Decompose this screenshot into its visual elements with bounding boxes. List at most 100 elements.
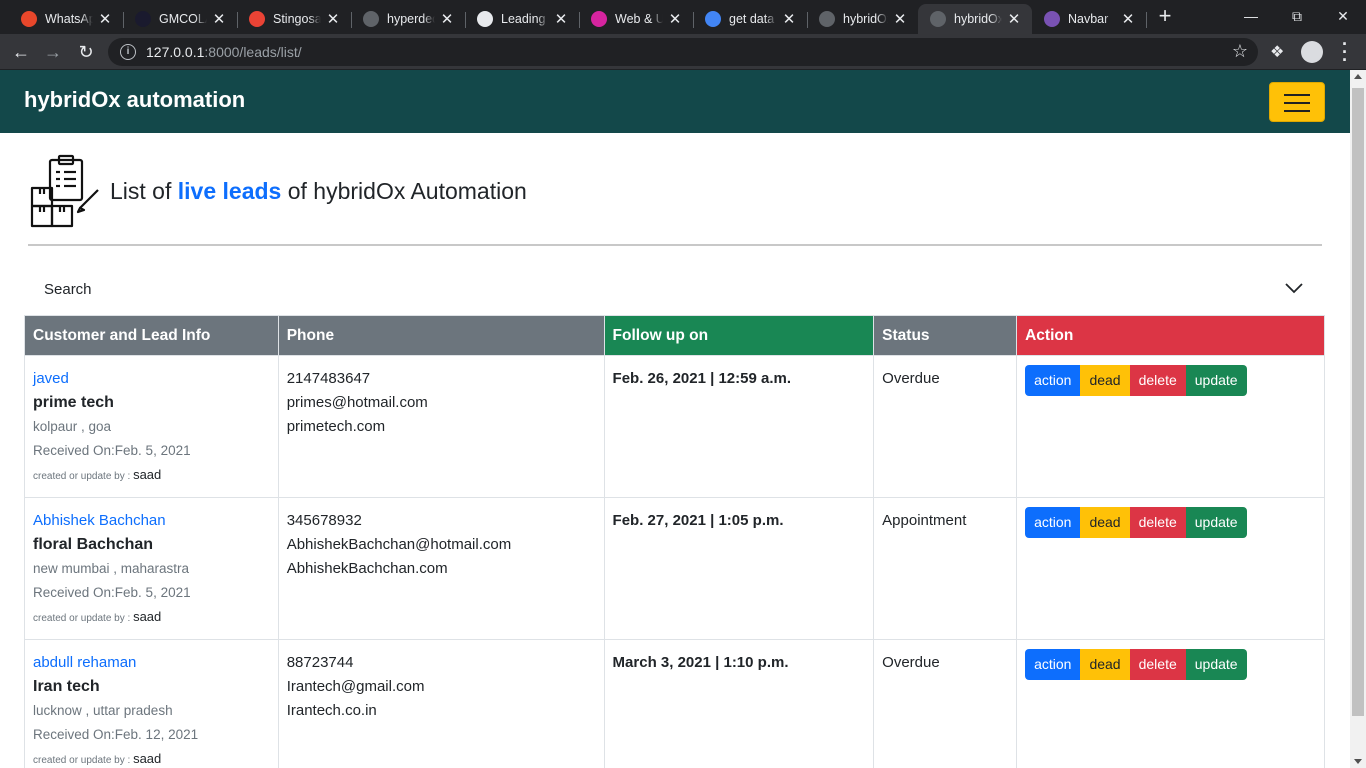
- more-menu-icon[interactable]: · · ·: [1340, 35, 1350, 69]
- delete-button[interactable]: delete: [1129, 365, 1186, 396]
- tab-close-icon[interactable]: ✕: [892, 10, 908, 28]
- lead-info-cell: javed prime tech kolpaur , goa Received On:…: [24, 355, 279, 498]
- created-by-label: created or update by :: [33, 471, 134, 482]
- tab-title: GMCOLAB: [159, 12, 207, 26]
- tab-title: Leading: [501, 12, 546, 26]
- contact-cell: 2147483647 primes@hotmail.com primetech.co…: [277, 355, 605, 498]
- extensions-icon[interactable]: ❖: [1270, 42, 1284, 62]
- browser-tab[interactable]: hyperdec ✕: [351, 4, 466, 34]
- update-button[interactable]: update: [1185, 507, 1247, 538]
- tab-close-icon[interactable]: ✕: [553, 10, 569, 28]
- delete-button[interactable]: delete: [1129, 649, 1186, 680]
- browser-tab[interactable]: GMCOLAB ✕: [123, 4, 238, 34]
- lead-info-cell: Abhishek Bachchan floral Bachchan new mumb…: [24, 497, 279, 640]
- tab-close-icon[interactable]: ✕: [1120, 10, 1136, 28]
- scrollbar-thumb[interactable]: [1352, 88, 1364, 716]
- alert-icon: [21, 11, 37, 27]
- scroll-down-icon[interactable]: [1354, 759, 1362, 764]
- browser-tab[interactable]: hybridOx ✕: [807, 4, 918, 34]
- site-info-icon[interactable]: i: [120, 44, 136, 60]
- search-accordion[interactable]: Search: [24, 270, 1324, 308]
- navbar-toggler-button[interactable]: [1269, 82, 1325, 122]
- tab-close-icon[interactable]: ✕: [781, 10, 797, 28]
- browser-tab[interactable]: Navbar ✕: [1032, 4, 1147, 34]
- column-header: Action: [1016, 315, 1325, 356]
- action-button[interactable]: action: [1025, 507, 1081, 538]
- divider: [28, 244, 1322, 246]
- forward-icon[interactable]: →: [40, 40, 66, 64]
- status-cell: Appointment: [873, 497, 1018, 640]
- action-button[interactable]: action: [1025, 365, 1081, 396]
- page-scrollbar[interactable]: [1350, 70, 1366, 768]
- tab-close-icon[interactable]: ✕: [1006, 10, 1022, 28]
- hamburger-icon: [1284, 94, 1310, 96]
- new-tab-button[interactable]: +: [1154, 4, 1176, 30]
- dead-button[interactable]: dead: [1080, 507, 1130, 538]
- minimize-icon[interactable]: —: [1228, 0, 1274, 32]
- search-label: Search: [44, 281, 92, 298]
- navbar-brand[interactable]: hybridOx automation: [24, 87, 245, 113]
- reload-icon[interactable]: ↻: [73, 40, 99, 64]
- created-by-label: created or update by :: [33, 755, 134, 766]
- update-button[interactable]: update: [1185, 365, 1247, 396]
- tab-close-icon[interactable]: ✕: [439, 10, 455, 28]
- browser-tab[interactable]: Leading ✕: [465, 4, 580, 34]
- gmail-icon: [249, 11, 265, 27]
- customer-name-link[interactable]: Abhishek Bachchan: [33, 509, 270, 533]
- status-cell: Overdue: [873, 639, 1018, 768]
- follow-up-datetime: Feb. 27, 2021 | 1:05 p.m.: [612, 512, 784, 529]
- back-icon[interactable]: ←: [8, 40, 34, 64]
- scroll-up-icon[interactable]: [1354, 74, 1362, 79]
- browser-tab[interactable]: WhatsApp ✕: [9, 4, 124, 34]
- bookmark-star-icon[interactable]: ☆: [1232, 41, 1248, 62]
- phone-number: 345678932: [286, 512, 362, 529]
- company-name: floral Bachchan: [33, 536, 154, 553]
- customer-name-link[interactable]: abdull rehaman: [33, 651, 270, 675]
- address-bar[interactable]: i 127.0.0.1:8000/leads/list/ ☆: [108, 38, 1258, 66]
- update-button[interactable]: update: [1185, 649, 1247, 680]
- table-row: javed prime tech kolpaur , goa Received On:…: [24, 355, 1325, 498]
- instagram-icon: [591, 11, 607, 27]
- location: kolpaur , goa: [33, 419, 112, 434]
- follow-up-datetime: Feb. 26, 2021 | 12:59 a.m.: [612, 370, 792, 387]
- browser-tab[interactable]: hybridOx ✕: [918, 4, 1032, 34]
- status-text: Overdue: [882, 654, 940, 671]
- browser-toolbar: ← → ↻ i 127.0.0.1:8000/leads/list/ ☆: [0, 34, 1366, 70]
- title-prefix: List of: [110, 177, 178, 204]
- tab-close-icon[interactable]: ✕: [211, 10, 227, 28]
- site-navbar: hybridOx automation: [0, 70, 1350, 133]
- chevron-down-icon[interactable]: [1284, 278, 1304, 298]
- company-name: prime tech: [33, 394, 114, 411]
- delete-button[interactable]: delete: [1129, 507, 1186, 538]
- hamburger-line: [1284, 110, 1310, 112]
- status-text: Appointment: [882, 512, 967, 529]
- contact-cell: 88723744 Irantech@gmail.com Irantech.co.in: [277, 639, 605, 768]
- column-header: Phone: [277, 315, 605, 356]
- table-row: abdull rehaman Iran tech lucknow , uttar p…: [24, 639, 1325, 768]
- leads-table: Customer and Lead Info Phone Follow up on S…: [24, 315, 1325, 768]
- action-cell: action dead delete update: [1016, 355, 1325, 498]
- profile-avatar[interactable]: [1301, 41, 1323, 63]
- action-button-group: action dead delete update: [1025, 365, 1247, 396]
- dots-icon: [135, 11, 151, 27]
- restore-icon[interactable]: ⧉: [1274, 0, 1320, 32]
- browser-tab[interactable]: Stingosal ✕: [237, 4, 352, 34]
- action-button[interactable]: action: [1025, 649, 1081, 680]
- action-button-group: action dead delete update: [1025, 507, 1247, 538]
- phone-number: 88723744: [286, 654, 354, 671]
- hamburger-line: [1284, 102, 1310, 104]
- tab-close-icon[interactable]: ✕: [667, 10, 683, 28]
- status-cell: Overdue: [873, 355, 1018, 498]
- column-header: Customer and Lead Info: [24, 315, 279, 356]
- browser-tab[interactable]: get data ✕: [693, 4, 808, 34]
- received-date: Received On:Feb. 5, 2021: [33, 585, 191, 600]
- dead-button[interactable]: dead: [1080, 649, 1130, 680]
- close-window-icon[interactable]: ✕: [1320, 0, 1366, 32]
- tab-close-icon[interactable]: ✕: [97, 10, 113, 28]
- dead-button[interactable]: dead: [1080, 365, 1130, 396]
- browser-tab[interactable]: Web & U ✕: [579, 4, 694, 34]
- customer-name-link[interactable]: javed: [33, 367, 270, 391]
- title-suffix: of hybridOx Automation: [281, 177, 527, 204]
- globe-icon: [477, 11, 493, 27]
- tab-close-icon[interactable]: ✕: [325, 10, 341, 28]
